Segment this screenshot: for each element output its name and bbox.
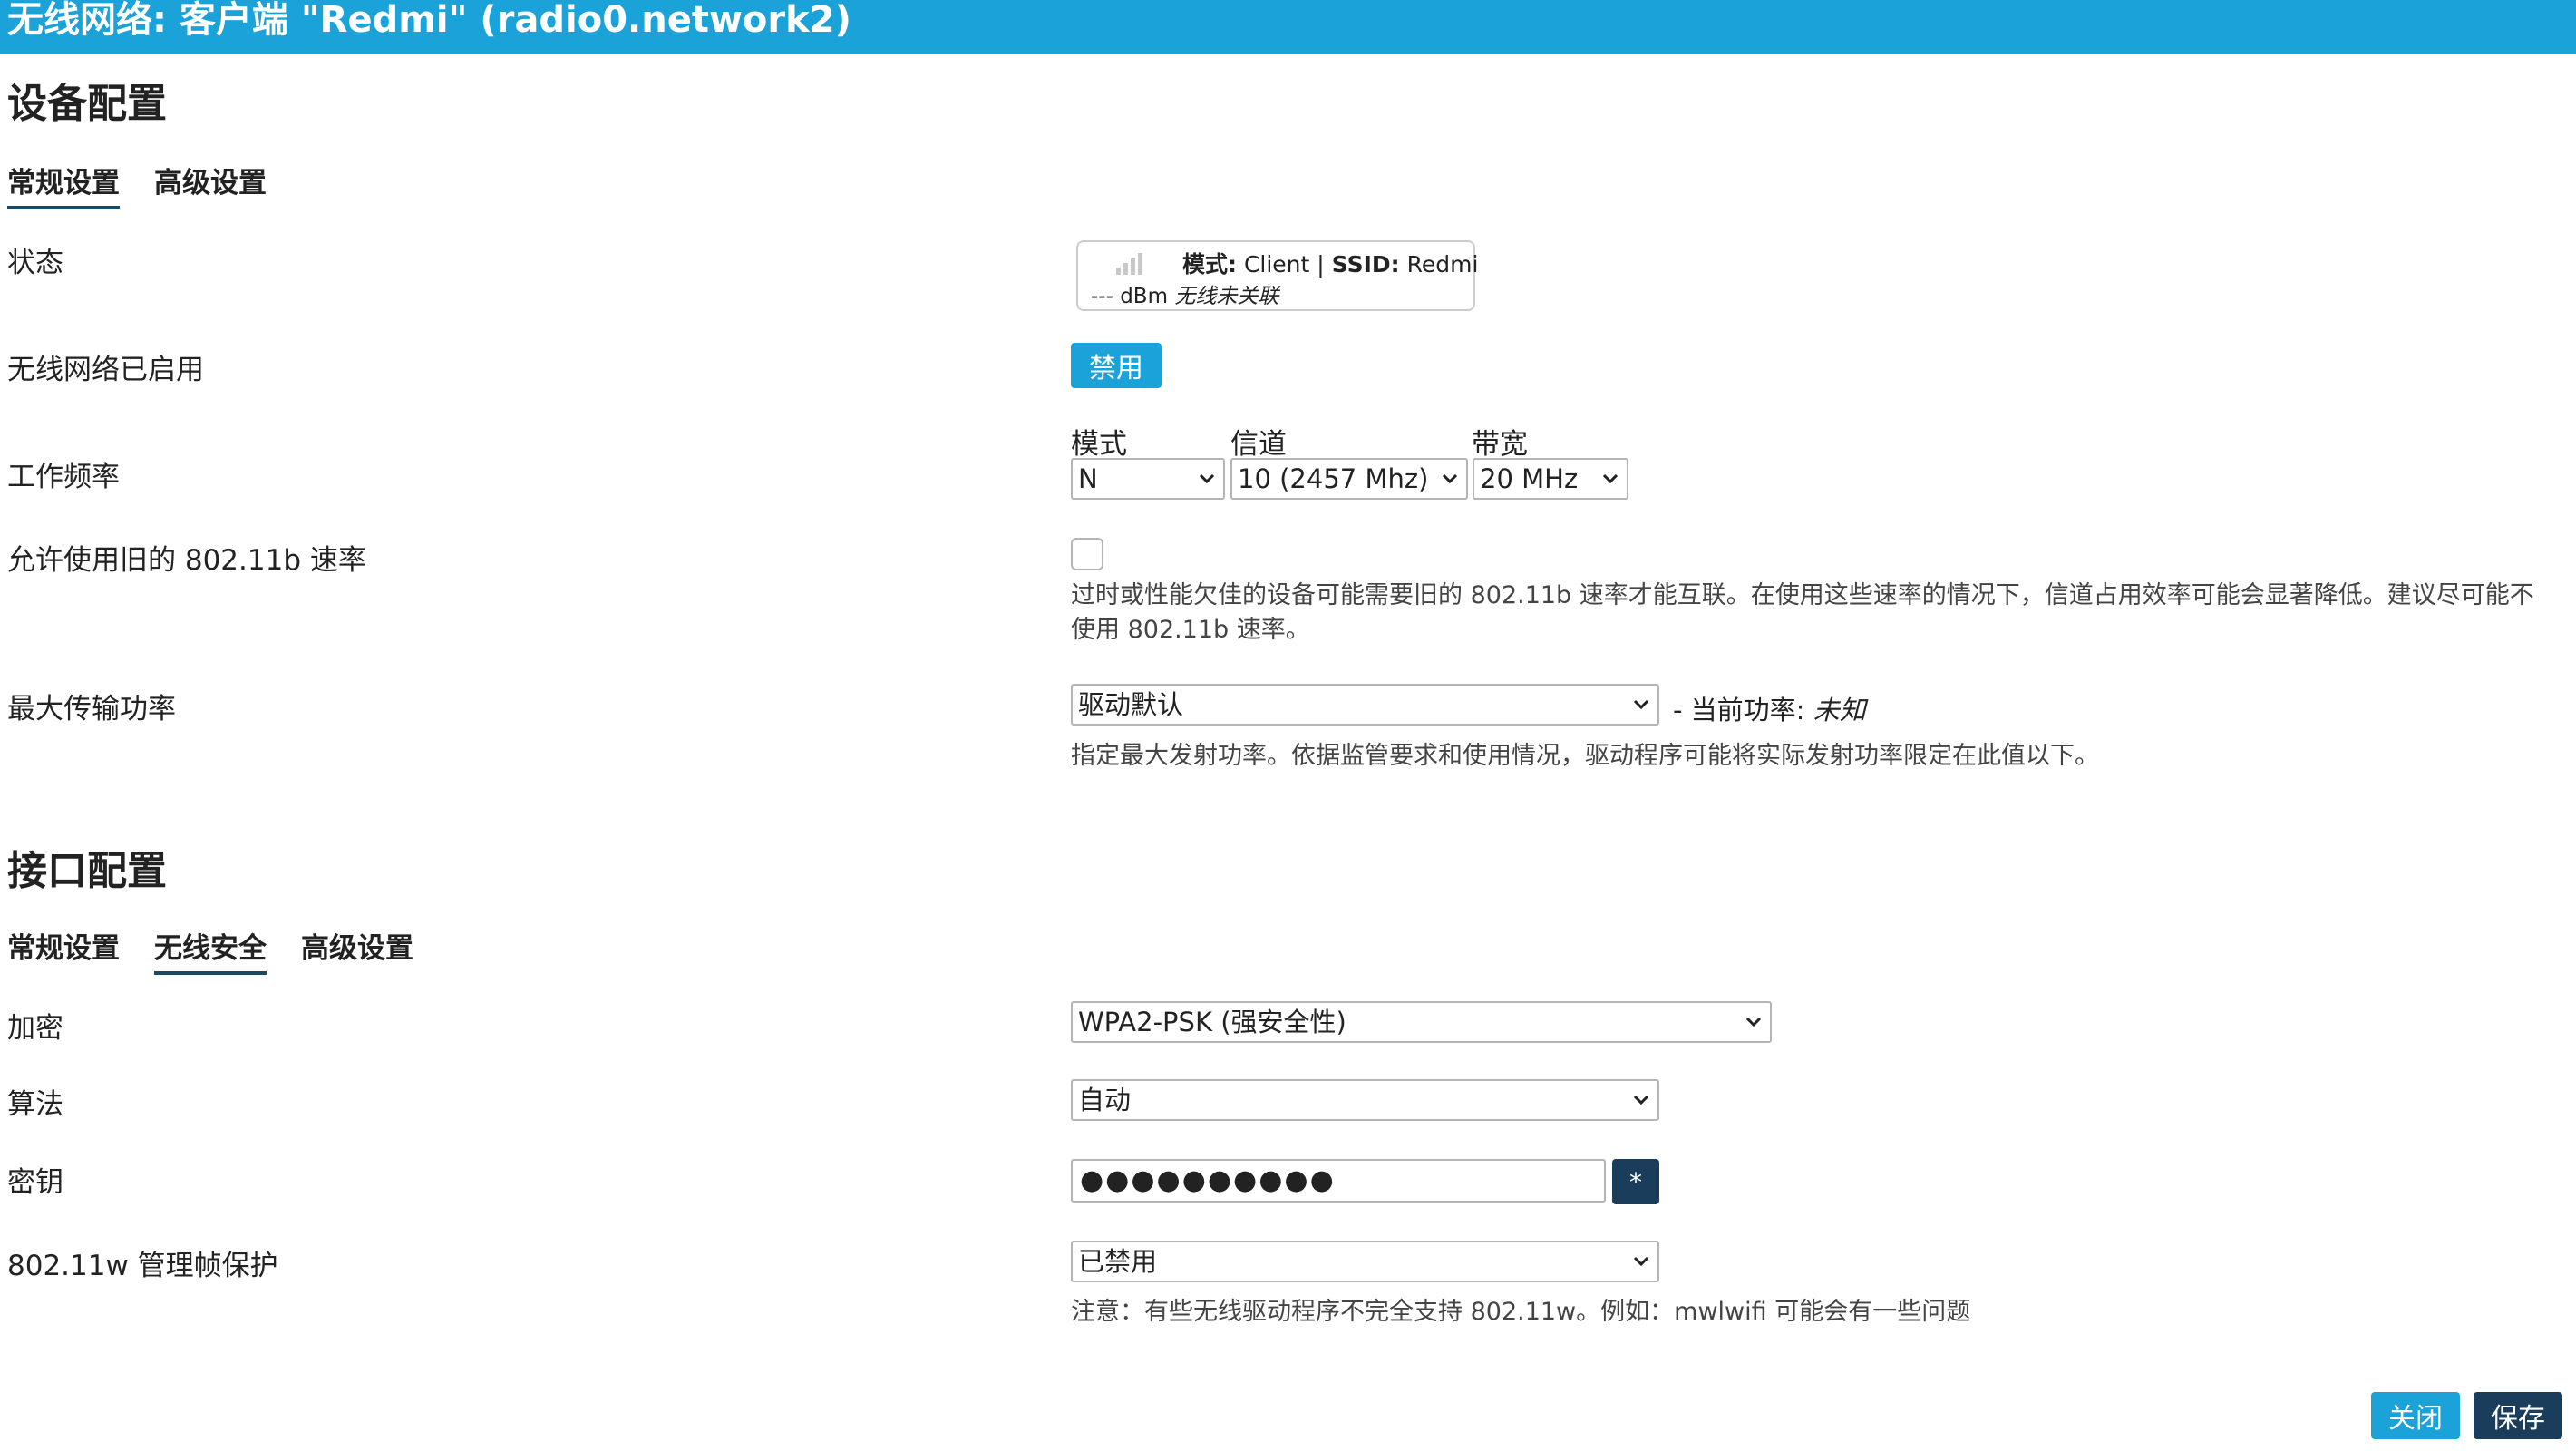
window-title: 无线网络: 客户端 "Redmi" (radio0.network2): [7, 0, 851, 41]
tx-power-select[interactable]: 驱动默认: [1071, 684, 1659, 726]
chevron-down-icon: [1442, 473, 1458, 484]
interface-config-heading: 接口配置: [7, 848, 167, 894]
encryption-select[interactable]: WPA2-PSK (强安全性): [1071, 1001, 1772, 1043]
chevron-down-icon: [1602, 473, 1619, 484]
signal-bars-icon: [1116, 251, 1147, 275]
freq-channel-select[interactable]: 10 (2457 Mhz): [1230, 458, 1468, 500]
freq-channel-value: 10 (2457 Mhz): [1238, 463, 1429, 494]
device-config-heading: 设备配置: [7, 81, 167, 127]
frequency-label: 工作频率: [7, 461, 120, 493]
status-mode-line: 模式: Client | SSID: Redmi: [1182, 247, 1478, 279]
freq-width-value: 20 MHz: [1480, 463, 1579, 494]
status-assoc-text: 无线未关联: [1174, 285, 1279, 308]
reveal-key-button[interactable]: *: [1612, 1159, 1659, 1204]
status-label: 状态: [7, 247, 63, 279]
tab-interface-advanced[interactable]: 高级设置: [301, 925, 413, 971]
legacy-rates-label: 允许使用旧的 802.11b 速率: [7, 544, 366, 577]
freq-mode-header: 模式: [1071, 428, 1127, 461]
status-separator: |: [1317, 251, 1325, 278]
cipher-select[interactable]: 自动: [1071, 1079, 1659, 1121]
cipher-label: 算法: [7, 1088, 63, 1121]
chevron-down-icon: [1745, 1017, 1762, 1027]
disable-button[interactable]: 禁用: [1071, 343, 1162, 388]
freq-mode-select[interactable]: N: [1071, 458, 1225, 500]
status-mode-value: Client: [1243, 251, 1310, 278]
title-bar: 无线网络: 客户端 "Redmi" (radio0.network2): [0, 0, 2576, 54]
freq-mode-value: N: [1078, 463, 1098, 494]
tx-power-current-value: 未知: [1813, 695, 1866, 726]
status-ssid-label: SSID:: [1331, 251, 1400, 278]
freq-width-select[interactable]: 20 MHz: [1473, 458, 1628, 500]
chevron-down-icon: [1633, 1256, 1649, 1267]
chevron-down-icon: [1633, 699, 1649, 710]
tx-power-value: 驱动默认: [1078, 689, 1184, 720]
tx-power-current: - 当前功率: 未知: [1673, 689, 1866, 727]
tab-interface-general[interactable]: 常规设置: [7, 925, 120, 971]
encryption-value: WPA2-PSK (强安全性): [1078, 1007, 1346, 1037]
tx-power-current-prefix: - 当前功率:: [1673, 695, 1805, 726]
chevron-down-icon: [1199, 473, 1215, 484]
legacy-rates-checkbox[interactable]: [1071, 538, 1103, 570]
status-signal-line: --- dBm 无线未关联: [1091, 278, 1278, 309]
wireless-enabled-label: 无线网络已启用: [7, 354, 204, 386]
mfp-value: 已禁用: [1078, 1246, 1158, 1277]
status-mode-label: 模式:: [1182, 251, 1237, 278]
mfp-select[interactable]: 已禁用: [1071, 1241, 1659, 1282]
freq-channel-header: 信道: [1230, 428, 1287, 461]
close-button[interactable]: 关闭: [2371, 1392, 2460, 1439]
status-signal-text: --- dBm: [1091, 285, 1168, 308]
tx-power-label: 最大传输功率: [7, 693, 176, 726]
legacy-rates-description: 过时或性能欠佳的设备可能需要旧的 802.11b 速率才能互联。在使用这些速率的…: [1071, 581, 2534, 644]
tab-device-general[interactable]: 常规设置: [7, 160, 120, 209]
save-button[interactable]: 保存: [2474, 1392, 2562, 1439]
key-input[interactable]: ●●●●●●●●●●: [1071, 1159, 1606, 1203]
freq-width-header: 带宽: [1472, 428, 1528, 461]
tab-device-advanced[interactable]: 高级设置: [154, 160, 267, 206]
mfp-note: 注意：有些无线驱动程序不完全支持 802.11w。例如：mwlwifi 可能会有…: [1071, 1298, 1971, 1326]
cipher-value: 自动: [1078, 1085, 1132, 1115]
tx-power-description: 指定最大发射功率。依据监管要求和使用情况，驱动程序可能将实际发射功率限定在此值以…: [1071, 742, 2099, 770]
tab-interface-security[interactable]: 无线安全: [154, 925, 267, 975]
chevron-down-icon: [1633, 1095, 1649, 1105]
encryption-label: 加密: [7, 1012, 63, 1045]
status-panel: 模式: Client | SSID: Redmi --- dBm 无线未关联: [1076, 240, 1478, 311]
key-label: 密钥: [7, 1166, 63, 1199]
mfp-label: 802.11w 管理帧保护: [7, 1250, 278, 1282]
status-ssid-value: Redmi: [1406, 251, 1479, 278]
